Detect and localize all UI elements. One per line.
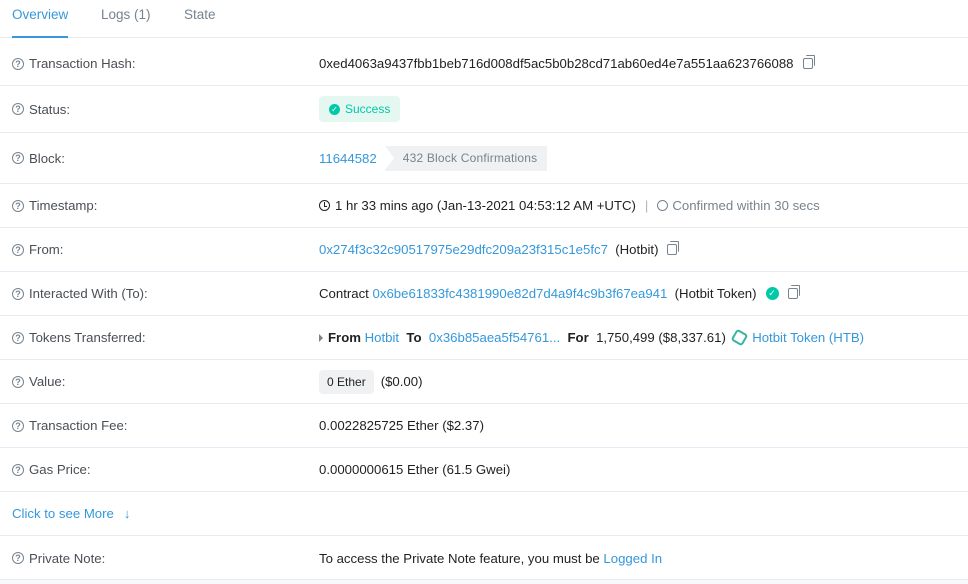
row-tokens-transferred: ? Tokens Transferred: From Hotbit To 0x36… <box>0 316 968 360</box>
row-timestamp: ? Timestamp: 1 hr 33 mins ago (Jan-13-202… <box>0 184 968 228</box>
logged-in-link[interactable]: Logged In <box>603 551 662 566</box>
label-tokens-transferred: Tokens Transferred: <box>29 330 146 345</box>
help-icon: ? <box>12 331 24 344</box>
help-icon: ? <box>12 463 24 476</box>
block-confirmations-badge: 432 Block Confirmations <box>384 145 548 171</box>
label-interacted-with: Interacted With (To): <box>29 286 148 301</box>
label-timestamp: Timestamp: <box>29 198 98 213</box>
ether-value-badge: 0 Ether <box>319 369 374 394</box>
confirmed-within-text: Confirmed within 30 secs <box>672 198 820 213</box>
timestamp-value: 1 hr 33 mins ago (Jan-13-2021 04:53:12 A… <box>335 198 636 213</box>
help-icon: ? <box>12 287 24 300</box>
tokens-for-label: For <box>567 330 589 345</box>
transaction-hash-value: 0xed4063a9437fbb1beb716d008df5ac5b0b28cd… <box>319 56 794 71</box>
tab-state[interactable]: State <box>184 0 216 38</box>
label-transaction-hash: Transaction Hash: <box>29 56 136 71</box>
label-status: Status: <box>29 101 71 117</box>
row-see-more: Click to see More ↓ <box>0 492 968 536</box>
copy-icon[interactable] <box>802 55 815 69</box>
from-name: (Hotbit) <box>615 242 659 257</box>
row-gas-price: ? Gas Price: 0.0000000615 Ether (61.5 Gwe… <box>0 448 968 492</box>
clock-icon <box>319 200 330 211</box>
stopwatch-icon <box>657 200 669 211</box>
row-transaction-fee: ? Transaction Fee: 0.0022825725 Ether ($2… <box>0 404 968 448</box>
label-gas-price: Gas Price: <box>29 462 91 477</box>
row-status: ? Status: ✓ Success <box>0 86 968 133</box>
row-value: ? Value: 0 Ether ($0.00) <box>0 360 968 404</box>
help-icon: ? <box>12 419 24 432</box>
tokens-to-label: To <box>406 330 422 345</box>
transaction-fee-value: 0.0022825725 Ether ($2.37) <box>319 418 484 433</box>
row-from: ? From: 0x274f3c32c90517975e29dfc209a23f3… <box>0 228 968 272</box>
help-icon: ? <box>12 375 24 388</box>
check-circle-icon: ✓ <box>329 103 340 115</box>
row-block: ? Block: 11644582 432 Block Confirmations <box>0 133 968 184</box>
label-private-note: Private Note: <box>29 550 106 566</box>
see-more-link[interactable]: Click to see More ↓ <box>12 506 130 521</box>
tokens-usd: ($8,337.61) <box>658 330 726 345</box>
separator: | <box>644 198 649 213</box>
help-icon: ? <box>12 199 24 212</box>
tokens-amount: 1,750,499 <box>596 330 655 345</box>
copy-icon[interactable] <box>787 285 800 299</box>
see-more-label: Click to see More <box>12 506 114 521</box>
label-from: From: <box>29 242 64 257</box>
transaction-details-card: Overview Logs (1) State ? Transaction Has… <box>0 0 968 580</box>
verified-check-icon: ✓ <box>765 287 779 300</box>
help-icon: ? <box>12 57 24 70</box>
contract-name: (Hotbit Token) <box>674 286 757 301</box>
row-transaction-hash: ? Transaction Hash: 0xed4063a9437fbb1beb7… <box>0 42 968 86</box>
contract-prefix: Contract <box>319 286 369 301</box>
help-icon: ? <box>12 152 24 164</box>
label-value: Value: <box>29 374 66 389</box>
caret-right-icon[interactable] <box>319 333 323 342</box>
value-usd: ($0.00) <box>380 374 423 389</box>
arrow-down-icon: ↓ <box>123 506 131 521</box>
row-interacted-with: ? Interacted With (To): Contract 0x6be618… <box>0 272 968 316</box>
hotbit-token-icon <box>730 328 749 347</box>
tab-bar: Overview Logs (1) State <box>0 0 968 38</box>
label-block: Block: <box>29 150 65 166</box>
copy-icon[interactable] <box>667 241 680 255</box>
tab-overview[interactable]: Overview <box>12 0 69 38</box>
help-icon: ? <box>12 243 24 256</box>
tokens-to-link[interactable]: 0x36b85aea5f54761... <box>429 330 560 345</box>
token-name-link[interactable]: Hotbit Token (HTB) <box>752 330 864 345</box>
help-icon: ? <box>12 552 24 564</box>
tab-logs[interactable]: Logs (1) <box>101 0 151 38</box>
block-number-link[interactable]: 11644582 <box>319 151 377 166</box>
help-icon: ? <box>12 103 24 115</box>
private-note-text: To access the Private Note feature, you … <box>319 550 600 566</box>
contract-address-link[interactable]: 0x6be61833fc4381990e82d7d4a9f4c9b3f67ea9… <box>373 286 668 301</box>
row-private-note: ? Private Note: To access the Private Not… <box>0 536 968 580</box>
status-badge: ✓ Success <box>319 96 401 122</box>
label-transaction-fee: Transaction Fee: <box>29 418 128 433</box>
tokens-from-label: From <box>328 330 361 345</box>
status-text: Success <box>345 102 391 116</box>
from-address-link[interactable]: 0x274f3c32c90517975e29dfc209a23f315c1e5f… <box>319 242 608 257</box>
gas-price-value: 0.0000000615 Ether (61.5 Gwei) <box>319 462 511 477</box>
tokens-from-link[interactable]: Hotbit <box>365 330 399 345</box>
